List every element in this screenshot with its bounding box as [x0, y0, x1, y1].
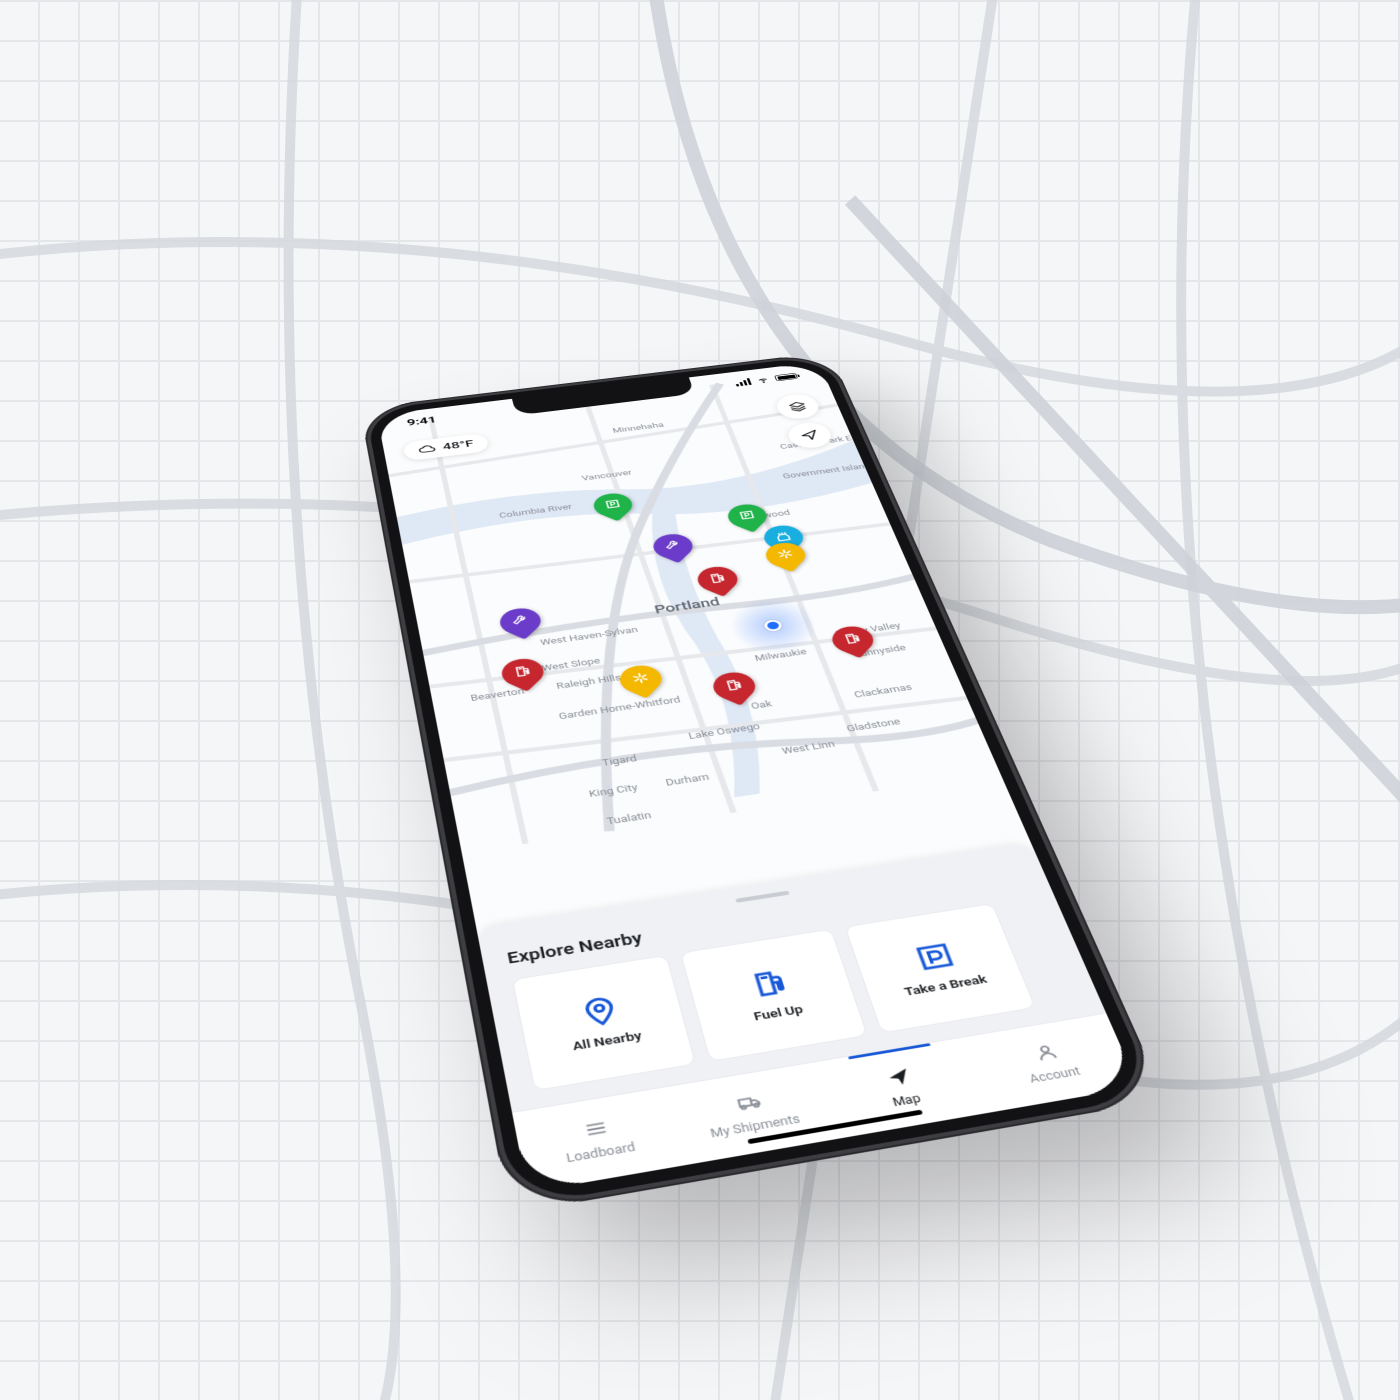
status-time: 9:41 [406, 415, 437, 428]
explore-card-all-nearby[interactable]: All Nearby [512, 955, 697, 1091]
svg-text:P: P [609, 501, 617, 508]
cloud-icon [417, 443, 437, 455]
card-label: Fuel Up [752, 1003, 805, 1024]
card-label: All Nearby [571, 1029, 643, 1053]
navigation-icon [798, 429, 821, 442]
person-icon [1030, 1041, 1064, 1067]
signal-icon [734, 378, 752, 386]
weather-temp: 48°F [442, 438, 475, 452]
phone-frame: 9:41 [360, 352, 1167, 1214]
tab-label: Map [891, 1092, 923, 1110]
map-pin-fuel[interactable] [499, 656, 548, 695]
phone-screen: 9:41 [377, 362, 1139, 1193]
sheet-drag-handle[interactable] [735, 891, 789, 903]
map-pin-repair[interactable] [497, 606, 545, 643]
layers-icon [786, 400, 809, 413]
svg-text:P: P [743, 512, 752, 519]
list-icon [580, 1116, 611, 1144]
explore-card-fuel-up[interactable]: Fuel Up [680, 929, 868, 1062]
card-label: Take a Break [903, 973, 989, 999]
tab-label: Account [1027, 1064, 1082, 1085]
tab-label: Loadboard [565, 1140, 636, 1165]
explore-card-take-a-break[interactable]: Take a Break [844, 903, 1036, 1033]
battery-icon [774, 373, 798, 381]
wifi-icon [754, 376, 772, 384]
status-icons [734, 372, 798, 386]
truck-icon [733, 1091, 765, 1118]
nav-icon [883, 1066, 916, 1093]
